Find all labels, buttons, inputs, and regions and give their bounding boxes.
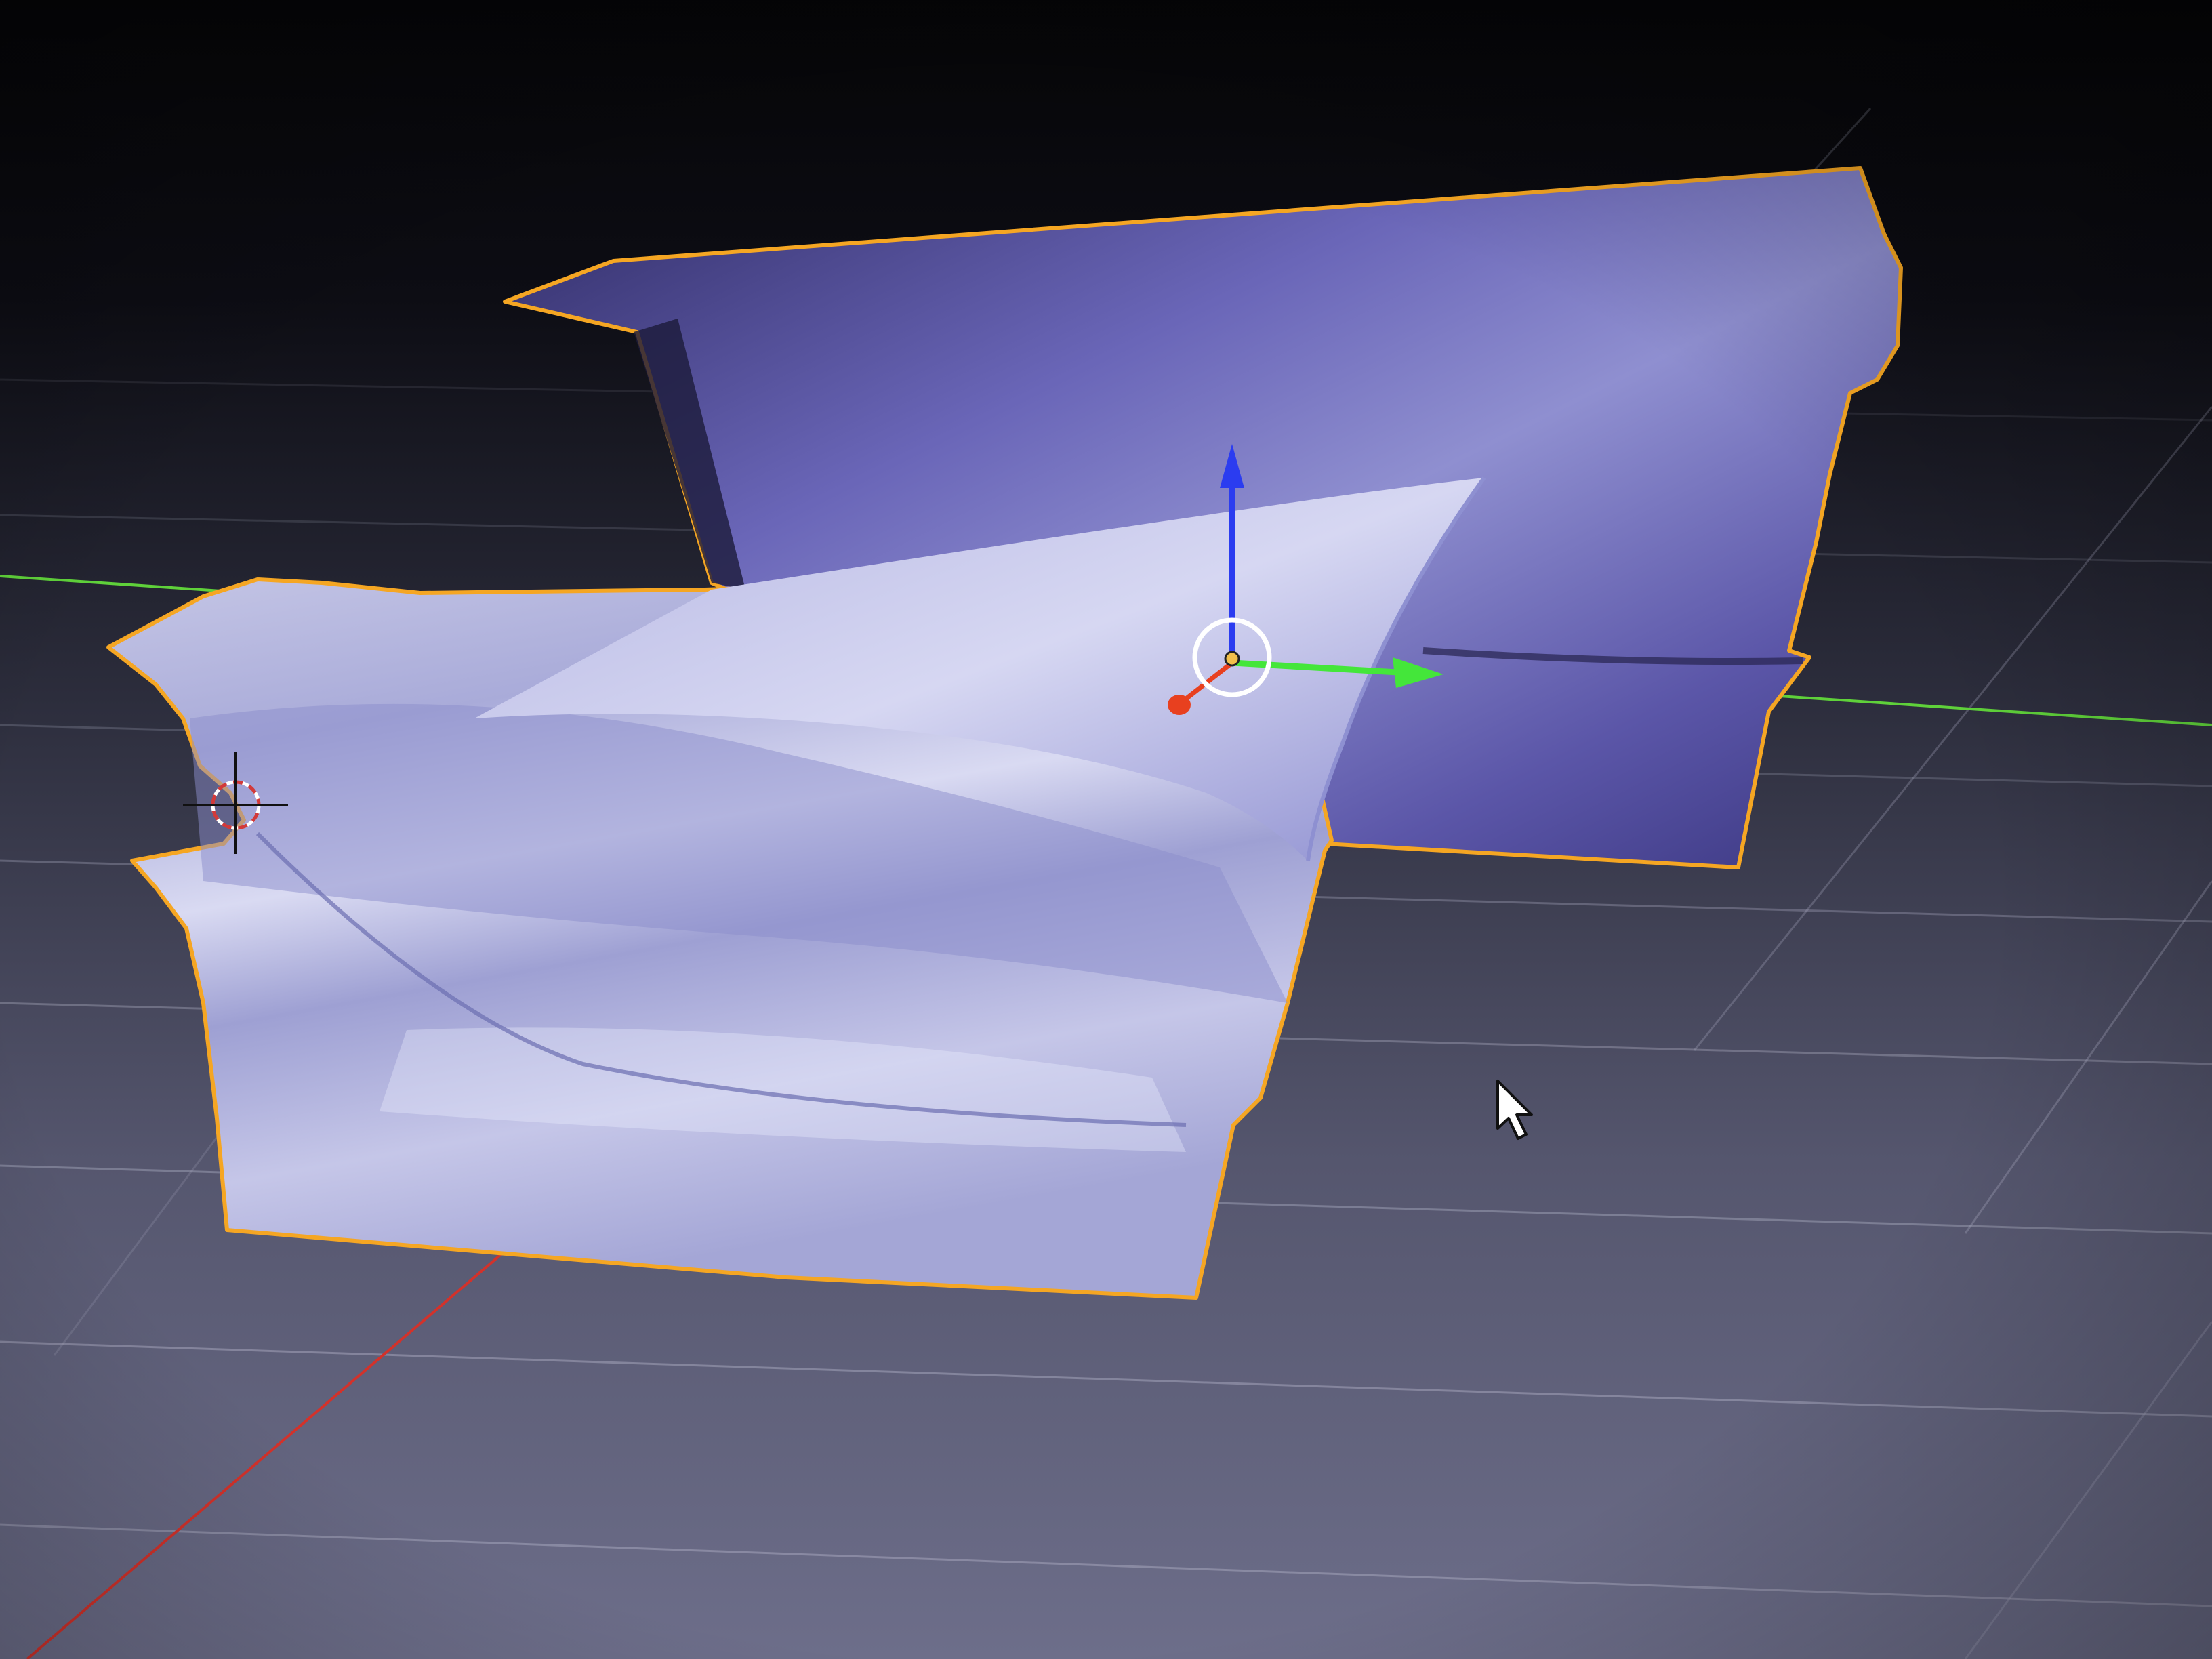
3d-viewport[interactable] <box>0 0 2212 1659</box>
screen-vignette <box>0 0 2212 1659</box>
